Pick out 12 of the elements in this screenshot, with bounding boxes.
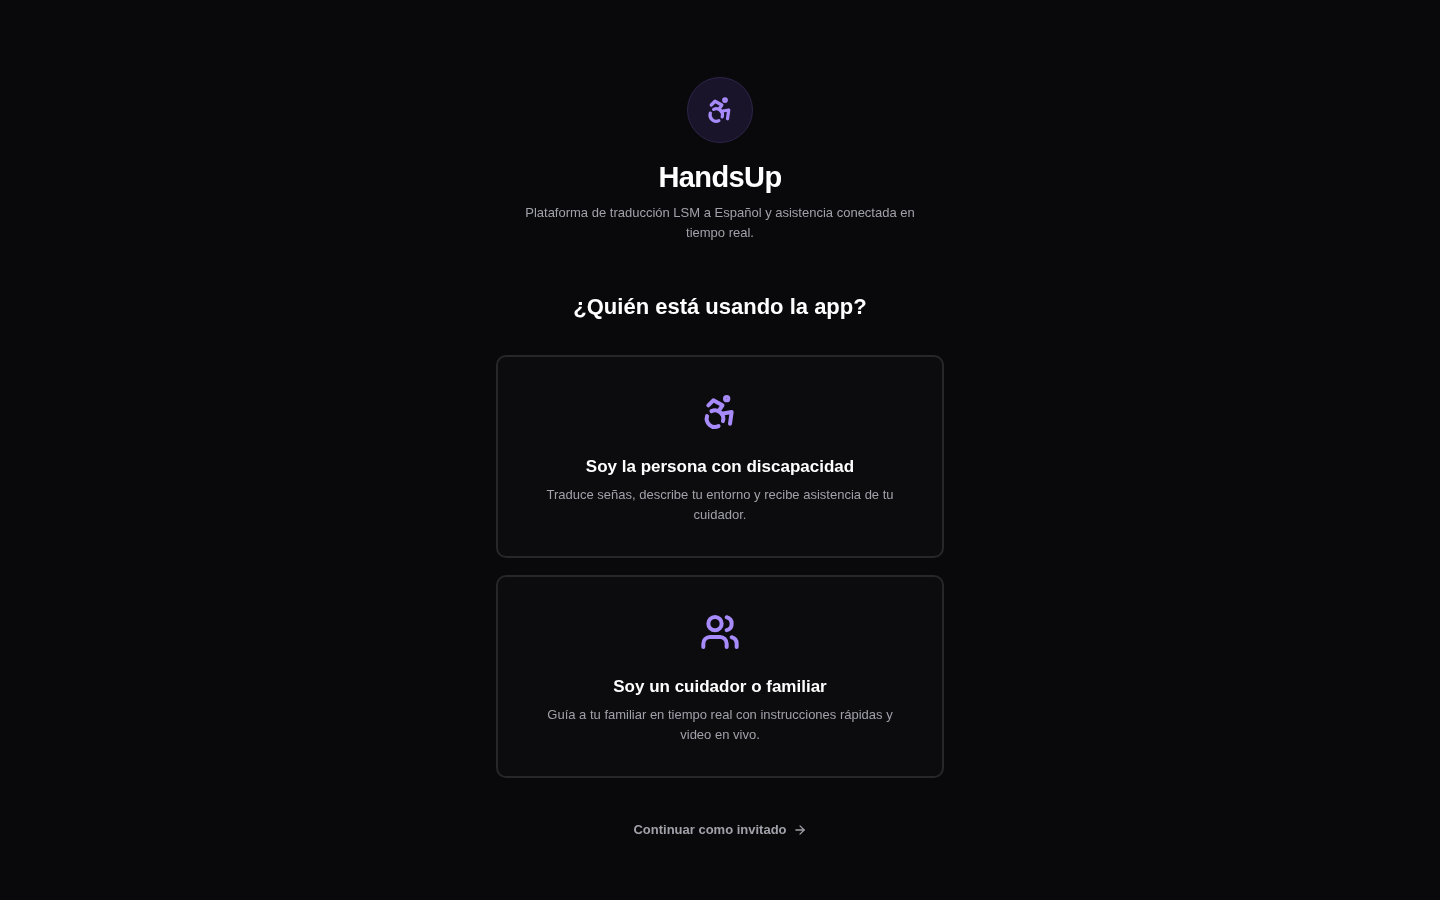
role-description: Traduce señas, describe tu entorno y recibe asistencia de tu cuidador.	[545, 486, 895, 524]
role-title: Soy un cuidador o familiar	[613, 676, 827, 698]
role-description: Guía a tu familiar en tiempo real con instrucciones rápidas y video en vivo.	[546, 706, 894, 744]
users-icon	[700, 612, 740, 652]
role-prompt: ¿Quién está usando la app?	[573, 293, 867, 321]
app-tagline: Plataforma de traducción LSM a Español y asistencia conectada en tiempo real.	[524, 204, 916, 242]
arrow-right-icon	[792, 823, 807, 837]
role-card[interactable]: Soy la persona con discapacidad Traduce señas, describe tu entorno y recibe asistencia de tu cuidador.	[496, 355, 944, 558]
role-card[interactable]: Soy un cuidador o familiar Guía a tu familiar en tiempo real con instrucciones rápidas y video en vivo.	[496, 575, 944, 778]
app-title: HandsUp	[658, 160, 782, 195]
guest-link[interactable]: Continuar como invitado	[633, 820, 807, 840]
role-title: Soy la persona con discapacidad	[585, 456, 855, 478]
